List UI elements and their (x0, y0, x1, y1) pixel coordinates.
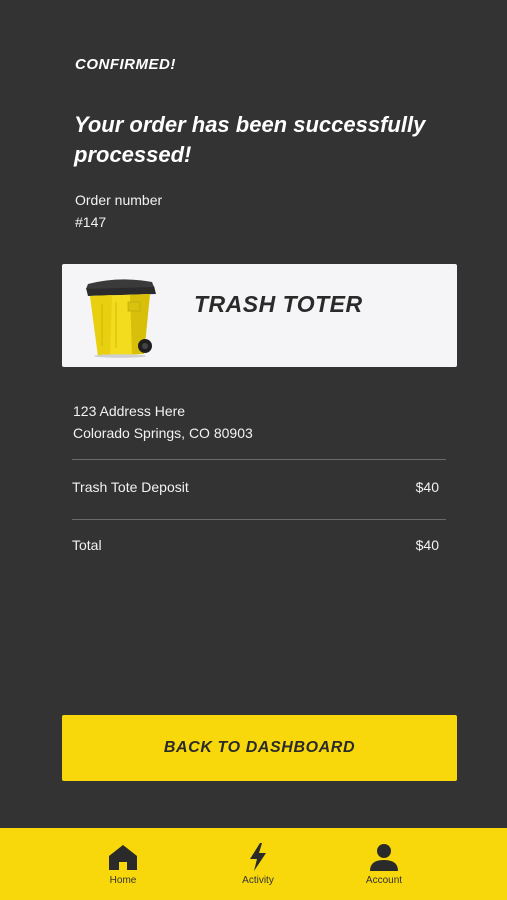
yellow-trash-bin-icon (86, 279, 156, 358)
lightning-icon (248, 841, 268, 871)
person-icon (369, 841, 399, 871)
nav-item-activity[interactable]: Activity (208, 828, 308, 900)
bottom-nav: Home Activity Account (0, 828, 507, 900)
line-item-amount: $40 (415, 479, 439, 495)
order-number-value: #147 (75, 214, 107, 230)
back-to-dashboard-button[interactable]: BACK TO DASHBOARD (62, 715, 457, 781)
nav-label-home: Home (109, 875, 137, 886)
divider (72, 519, 446, 520)
line-item-row: Trash Tote Deposit $40 (72, 479, 439, 495)
nav-item-home[interactable]: Home (73, 828, 173, 900)
total-label: Total (72, 537, 102, 553)
nav-item-account[interactable]: Account (334, 828, 434, 900)
nav-label-activity: Activity (242, 875, 274, 886)
line-item-label: Trash Tote Deposit (72, 479, 189, 495)
home-icon (108, 841, 138, 871)
address-line-2: Colorado Springs, CO 80903 (73, 425, 253, 441)
product-name: TRASH TOTER (194, 291, 363, 317)
order-number-label: Order number (75, 192, 163, 208)
nav-label-account: Account (365, 875, 403, 886)
divider (72, 459, 446, 460)
confirmation-status-label: CONFIRMED! (75, 56, 176, 73)
page-title: Your order has been successfully process… (74, 112, 426, 167)
shipping-address: 123 Address Here Colorado Springs, CO 80… (73, 400, 253, 444)
total-row: Total $40 (72, 537, 439, 553)
address-line-1: 123 Address Here (73, 403, 186, 419)
total-amount: $40 (415, 537, 439, 553)
product-card: TRASH TOTER (62, 264, 457, 367)
